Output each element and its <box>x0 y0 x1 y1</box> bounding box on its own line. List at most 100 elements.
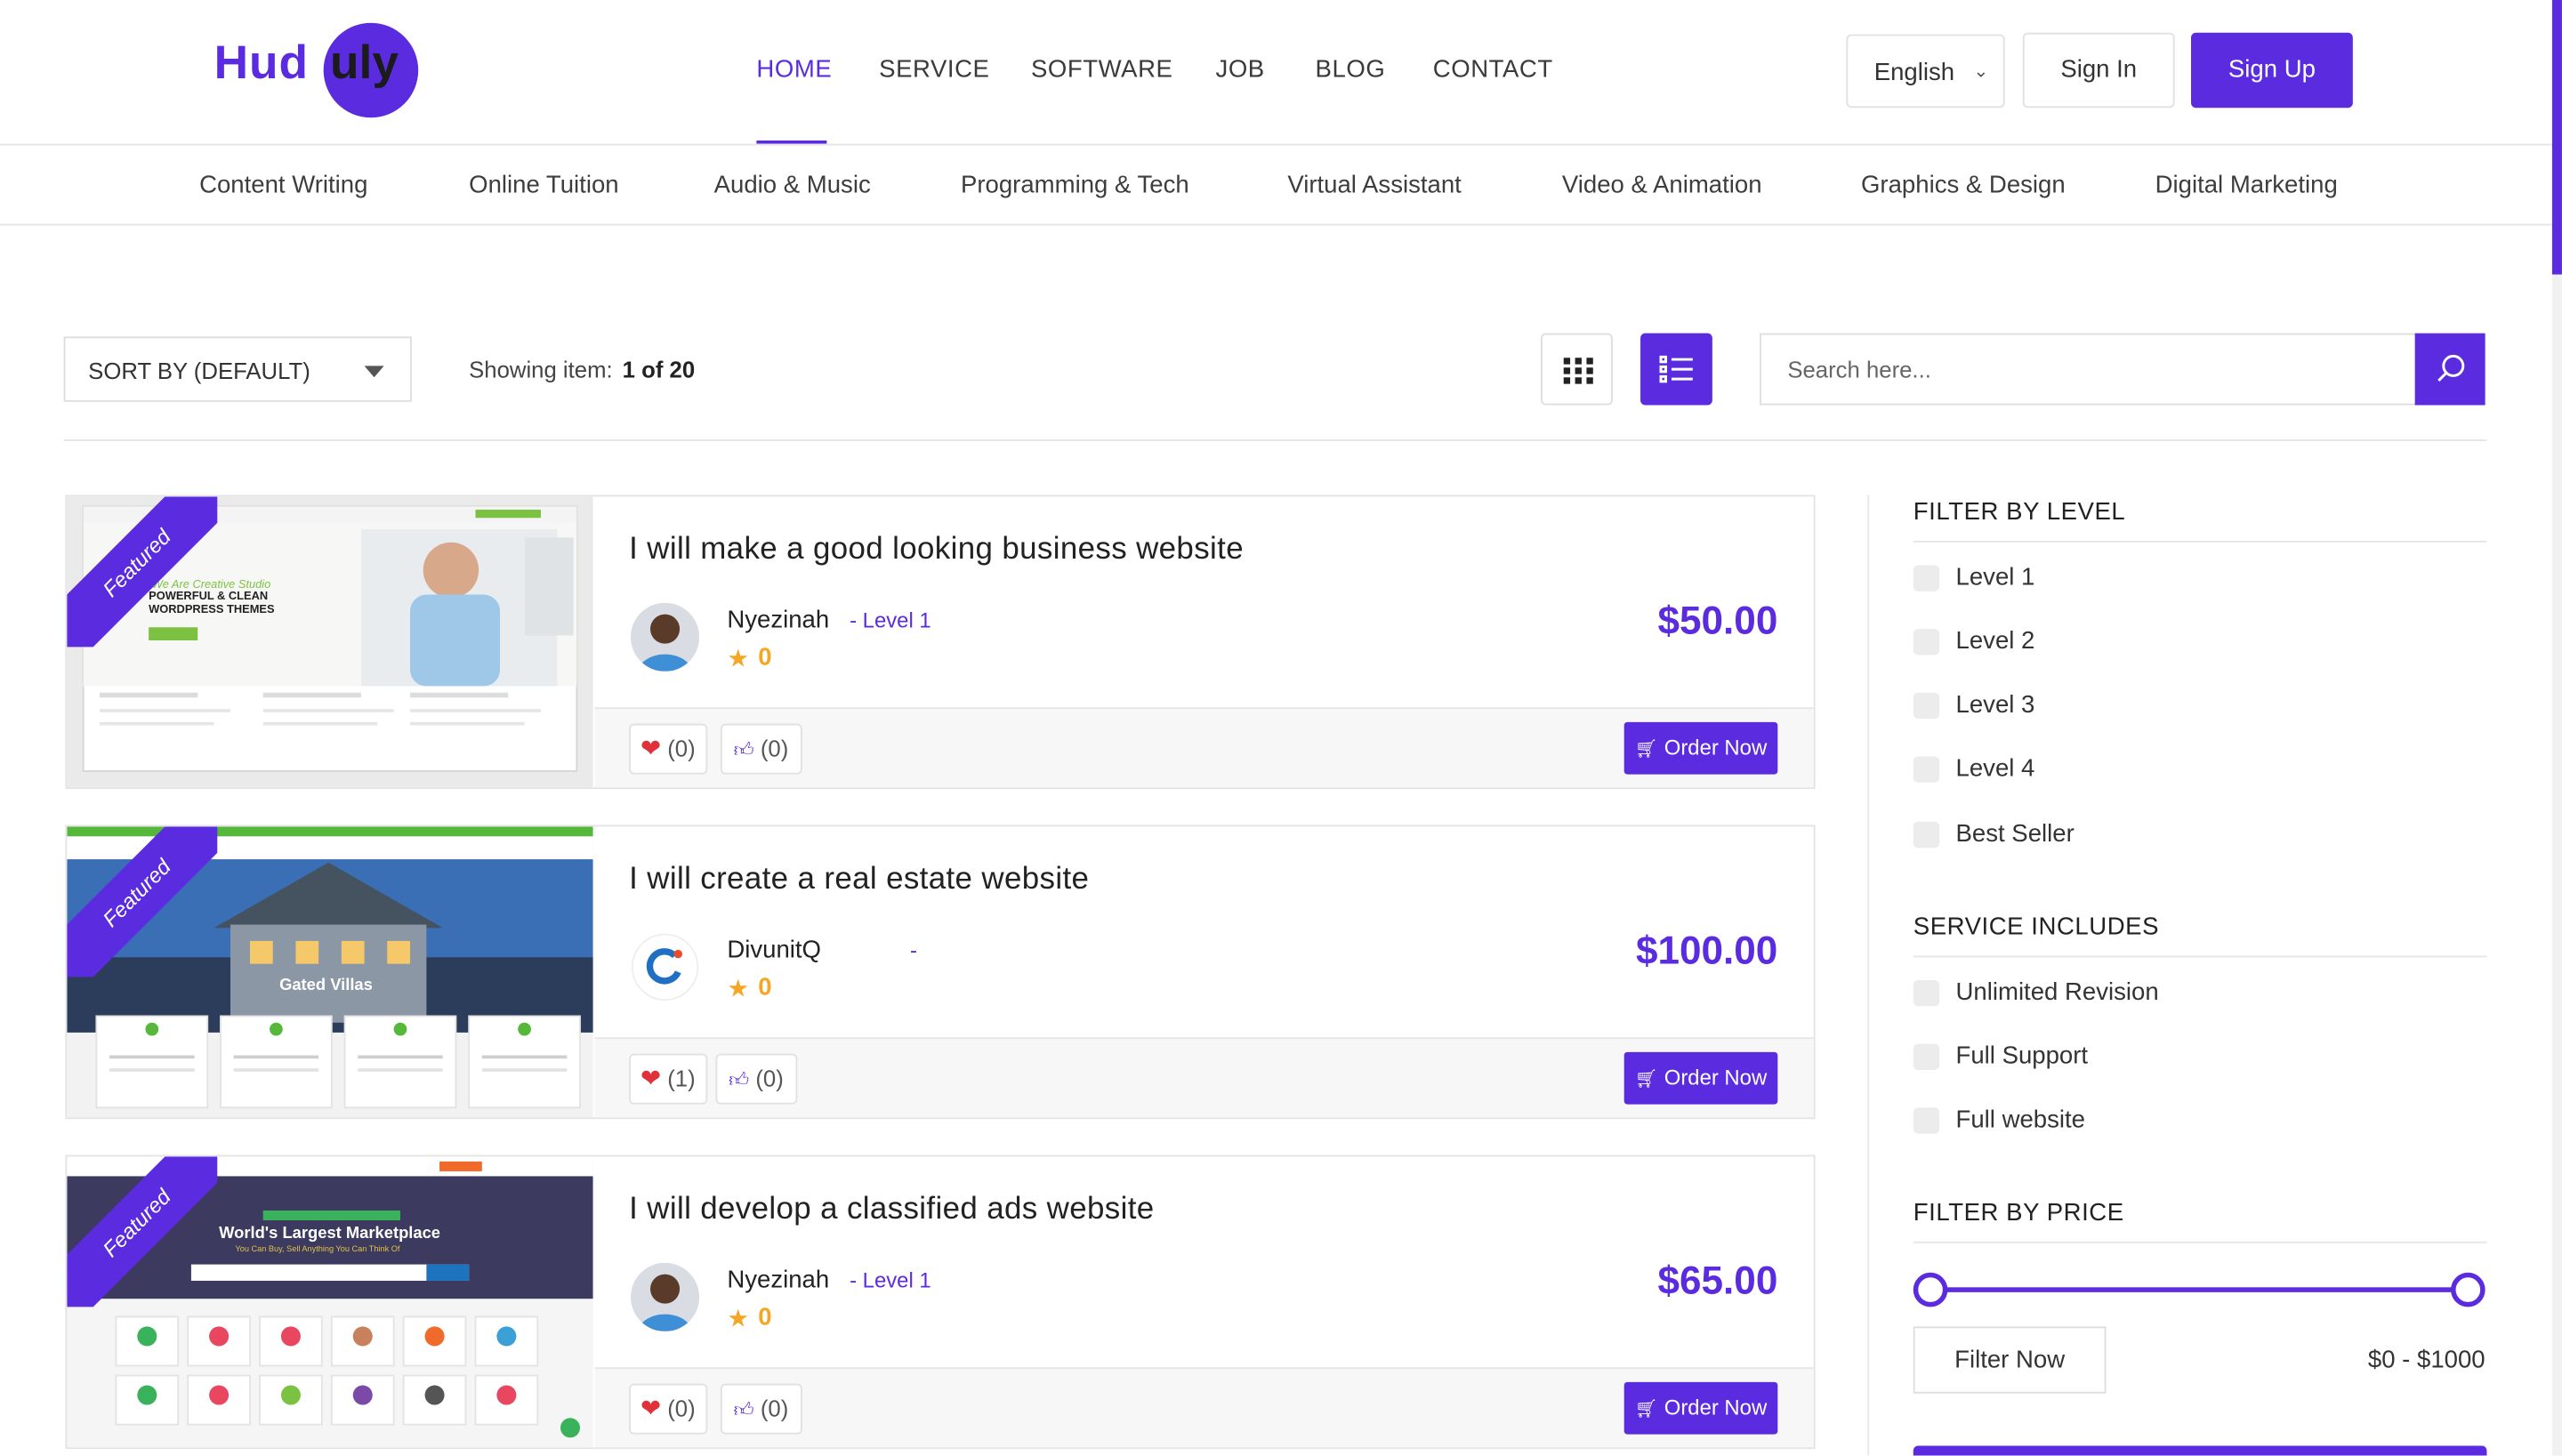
showing-count: Showing item: 1 of 20 <box>469 356 695 382</box>
checkbox[interactable] <box>1913 1043 1940 1071</box>
seller-avatar[interactable] <box>630 1262 700 1331</box>
listing-title[interactable]: I will make a good looking business webs… <box>629 533 1244 568</box>
listing-thumbnail[interactable]: We Are Creative Studio POWERFUL & CLEAN … <box>67 496 593 788</box>
rating-value: 0 <box>758 973 772 1002</box>
order-now-label: Order Now <box>1664 735 1768 760</box>
listing-thumbnail[interactable]: Gated Villas Featured <box>67 826 593 1118</box>
order-now-button[interactable]: 🛒︎ Order Now <box>1623 1051 1778 1105</box>
checkbox[interactable] <box>1913 756 1940 783</box>
filter-now-button[interactable]: Filter Now <box>1913 1326 2107 1394</box>
page: Hud uly HOME SERVICE SOFTWARE JOB BLOG C… <box>0 0 2562 1456</box>
nav-job[interactable]: JOB <box>1216 55 1265 83</box>
favorite-count: (1) <box>667 1065 696 1091</box>
sort-dropdown[interactable]: SORT BY (DEFAULT) <box>63 336 412 402</box>
category-video-animation[interactable]: Video & Animation <box>1562 172 1762 199</box>
seller-level: - Level 1 <box>850 1267 931 1292</box>
favorite-button[interactable]: ❤ (0) <box>629 723 707 775</box>
checkbox-label: Full Support <box>1955 1042 2089 1071</box>
like-button[interactable]: 👍︎ (0) <box>715 1053 797 1105</box>
featured-badge: Featured <box>67 826 218 977</box>
order-now-button[interactable]: 🛒︎ Order Now <box>1623 1381 1778 1435</box>
category-graphics-design[interactable]: Graphics & Design <box>1861 172 2066 199</box>
checkbox[interactable] <box>1913 1107 1940 1134</box>
checkbox[interactable] <box>1913 692 1940 720</box>
checkbox-label: Best Seller <box>1955 820 2075 849</box>
checkbox[interactable] <box>1913 980 1940 1007</box>
seller-level: - <box>910 937 918 962</box>
seller-name[interactable]: Nyezinah <box>727 1266 829 1293</box>
favorite-count: (0) <box>667 1395 696 1421</box>
favorite-button[interactable]: ❤ (0) <box>629 1383 707 1435</box>
thumbnail-heading: Gated Villas <box>279 975 373 993</box>
favorite-button[interactable]: ❤ (1) <box>629 1053 707 1105</box>
nav-home[interactable]: HOME <box>756 55 832 83</box>
like-count: (0) <box>760 1395 789 1421</box>
heading-rule <box>1913 540 2487 543</box>
logo[interactable]: Hud uly <box>214 22 427 118</box>
search-input[interactable] <box>1760 333 2417 406</box>
filter-level-heading: FILTER BY LEVEL <box>1913 498 2126 527</box>
listing-card[interactable]: We Are Creative Studio POWERFUL & CLEAN … <box>65 495 1816 790</box>
thumbs-up-icon: 👍︎ <box>729 1068 750 1091</box>
category-digital-marketing[interactable]: Digital Marketing <box>2155 172 2338 199</box>
chevron-down-icon: ⌄ <box>1973 61 1989 82</box>
sign-up-button[interactable]: Sign Up <box>2191 32 2353 109</box>
price-slider-track[interactable] <box>1930 1287 2469 1292</box>
price-slider-min-handle[interactable] <box>1913 1272 1948 1307</box>
seller-avatar[interactable] <box>630 602 700 672</box>
language-select[interactable]: English ⌄ <box>1846 34 2005 109</box>
price-slider-max-handle[interactable] <box>2451 1272 2485 1307</box>
checkbox[interactable] <box>1913 821 1940 849</box>
search-button[interactable] <box>2414 333 2485 406</box>
like-button[interactable]: 👍︎ (0) <box>720 1383 802 1435</box>
category-programming-tech[interactable]: Programming & Tech <box>961 172 1189 199</box>
category-content-writing[interactable]: Content Writing <box>199 172 367 199</box>
featured-ribbon: Featured <box>67 496 218 648</box>
listing-footer: ❤ (1) 👍︎ (0) 🛒︎ Order Now <box>594 1037 1814 1118</box>
scrollbar-thumb[interactable] <box>2551 0 2562 275</box>
grid-view-button[interactable] <box>1541 333 1613 406</box>
seller-name[interactable]: DivunitQ <box>727 936 821 963</box>
nav-contact[interactable]: CONTACT <box>1433 55 1553 83</box>
listing-card[interactable]: Gated Villas Featured I will create a re… <box>65 825 1816 1120</box>
favorite-count: (0) <box>667 735 696 761</box>
like-count: (0) <box>760 735 789 761</box>
showing-label: Showing item: <box>469 356 613 382</box>
seller-avatar[interactable] <box>630 932 700 1002</box>
heart-icon: ❤ <box>640 1395 662 1423</box>
avatar-image <box>630 602 700 672</box>
checkbox[interactable] <box>1913 565 1940 591</box>
caret-down-icon <box>364 366 384 378</box>
nav-blog[interactable]: BLOG <box>1316 55 1386 83</box>
list-view-button[interactable] <box>1640 333 1712 406</box>
sort-value: SORT BY (DEFAULT) <box>88 358 310 384</box>
order-now-button[interactable]: 🛒︎ Order Now <box>1623 721 1778 775</box>
listing-title[interactable]: I will develop a classified ads website <box>629 1193 1154 1228</box>
sidebar-bottom-bar[interactable] <box>1913 1445 2487 1456</box>
checkbox-label: Level 2 <box>1955 627 2035 656</box>
category-divider <box>0 223 2552 226</box>
heading-rule <box>1913 1241 2487 1243</box>
listing-price: $100.00 <box>1635 929 1778 974</box>
seller-name[interactable]: Nyezinah <box>727 606 829 633</box>
price-range-value: $0 - $1000 <box>2367 1346 2485 1374</box>
nav-software[interactable]: SOFTWARE <box>1031 55 1173 83</box>
category-virtual-assistant[interactable]: Virtual Assistant <box>1287 172 1462 199</box>
thumbs-up-icon: 👍︎ <box>733 1398 754 1421</box>
avatar-image <box>630 932 700 1002</box>
listing-thumbnail[interactable]: World's Largest Marketplace You Can Buy,… <box>67 1156 593 1448</box>
listing-title[interactable]: I will create a real estate website <box>629 863 1089 898</box>
like-button[interactable]: 👍︎ (0) <box>720 723 802 775</box>
checkbox[interactable] <box>1913 629 1940 656</box>
list-icon <box>1659 355 1693 383</box>
listing-footer: ❤ (0) 👍︎ (0) 🛒︎ Order Now <box>594 707 1814 788</box>
heading-rule <box>1913 955 2487 958</box>
category-online-tuition[interactable]: Online Tuition <box>469 172 618 199</box>
sign-in-button[interactable]: Sign In <box>2022 32 2175 109</box>
nav-service[interactable]: SERVICE <box>879 55 989 83</box>
cart-icon: 🛒︎ <box>1634 1070 1658 1090</box>
grid-icon <box>1563 358 1593 384</box>
listing-card[interactable]: World's Largest Marketplace You Can Buy,… <box>65 1154 1816 1450</box>
category-audio-music[interactable]: Audio & Music <box>714 172 871 199</box>
sidebar-divider <box>1867 495 1870 1456</box>
